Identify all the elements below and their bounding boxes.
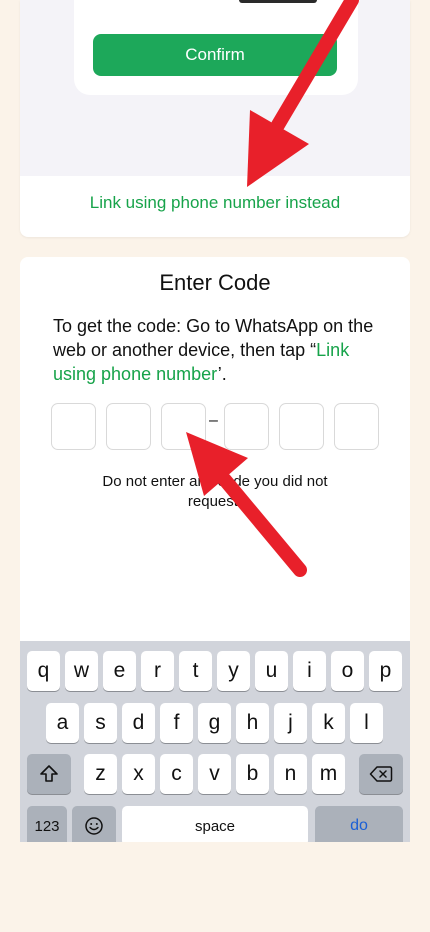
key-f[interactable]: f xyxy=(160,703,193,743)
key-v[interactable]: v xyxy=(198,754,231,794)
enter-code-card: Enter Code To get the code: Go to WhatsA… xyxy=(20,257,410,842)
code-digit-4[interactable] xyxy=(224,403,269,450)
key-y[interactable]: y xyxy=(217,651,250,691)
key-k[interactable]: k xyxy=(312,703,345,743)
key-m[interactable]: m xyxy=(312,754,345,794)
key-o[interactable]: o xyxy=(331,651,364,691)
code-digit-1[interactable] xyxy=(51,403,96,450)
page-title: Enter Code xyxy=(159,270,271,295)
code-digit-6[interactable] xyxy=(334,403,379,450)
numbers-key[interactable]: 123 xyxy=(27,806,67,842)
key-i[interactable]: i xyxy=(293,651,326,691)
top-card: Confirm Link using phone number instead xyxy=(20,0,410,237)
key-t[interactable]: t xyxy=(179,651,212,691)
code-digit-3[interactable] xyxy=(161,403,206,450)
key-w[interactable]: w xyxy=(65,651,98,691)
key-l[interactable]: l xyxy=(350,703,383,743)
key-u[interactable]: u xyxy=(255,651,288,691)
emoji-icon xyxy=(85,817,103,835)
key-e[interactable]: e xyxy=(103,651,136,691)
code-separator: – xyxy=(209,412,218,429)
confirm-button[interactable]: Confirm xyxy=(93,34,337,76)
done-key[interactable]: do xyxy=(315,806,403,842)
instructions-text: To get the code: Go to WhatsApp on the w… xyxy=(53,314,388,386)
key-z[interactable]: z xyxy=(84,754,117,794)
key-x[interactable]: x xyxy=(122,754,155,794)
key-p[interactable]: p xyxy=(369,651,402,691)
link-with-phone-number-link[interactable]: Link using phone number instead xyxy=(20,193,410,213)
key-s[interactable]: s xyxy=(84,703,117,743)
key-d[interactable]: d xyxy=(122,703,155,743)
keyboard: q w e r t y u i o p a s d f g h j k l z … xyxy=(20,641,410,842)
key-g[interactable]: g xyxy=(198,703,231,743)
key-c[interactable]: c xyxy=(160,754,193,794)
key-a[interactable]: a xyxy=(46,703,79,743)
key-q[interactable]: q xyxy=(27,651,60,691)
warning-text: Do not enter any code you did not reques… xyxy=(102,473,328,510)
code-digit-5[interactable] xyxy=(279,403,324,450)
dialog-handle xyxy=(239,0,317,3)
space-key[interactable]: space xyxy=(122,806,308,842)
backspace-key[interactable] xyxy=(359,754,403,794)
key-n[interactable]: n xyxy=(274,754,307,794)
backspace-icon xyxy=(369,766,393,782)
shift-key[interactable] xyxy=(27,754,71,794)
instructions-suffix: ’. xyxy=(217,364,227,384)
key-b[interactable]: b xyxy=(236,754,269,794)
key-r[interactable]: r xyxy=(141,651,174,691)
shift-icon xyxy=(40,765,58,782)
emoji-key[interactable] xyxy=(72,806,116,842)
code-digit-2[interactable] xyxy=(106,403,151,450)
key-h[interactable]: h xyxy=(236,703,269,743)
key-j[interactable]: j xyxy=(274,703,307,743)
